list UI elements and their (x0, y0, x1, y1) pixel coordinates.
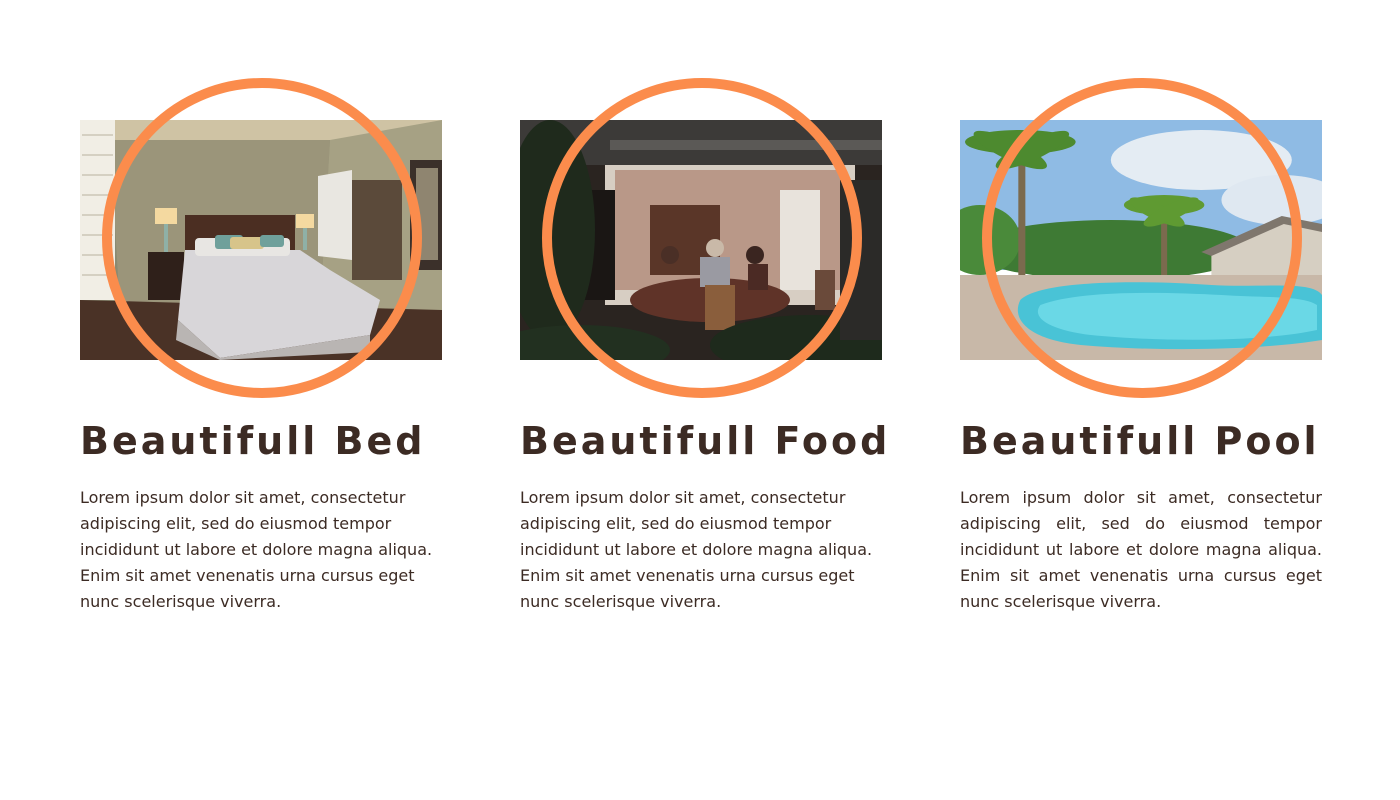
feature-description: Lorem ipsum dolor sit amet, consectetur … (520, 488, 873, 611)
feature-media (80, 78, 442, 402)
feature-media (520, 78, 882, 402)
accent-circle (102, 78, 422, 398)
feature-card-bed: Beautifull Bed Lorem ipsum dolor sit ame… (80, 78, 444, 615)
features-section: Beautifull Bed Lorem ipsum dolor sit ame… (0, 0, 1400, 800)
feature-title: Beautifull Food (520, 419, 891, 463)
accent-circle (542, 78, 862, 398)
feature-description: Lorem ipsum dolor sit amet, consectetur … (960, 488, 1322, 611)
feature-title: Beautifull Bed (80, 419, 426, 463)
feature-media (960, 78, 1322, 402)
feature-card-food: Beautifull Food Lorem ipsum dolor sit am… (520, 78, 891, 615)
accent-circle (982, 78, 1302, 398)
feature-description: Lorem ipsum dolor sit amet, consectetur … (80, 488, 433, 611)
feature-card-pool: Beautifull Pool Lorem ipsum dolor sit am… (960, 78, 1324, 615)
feature-title: Beautifull Pool (960, 419, 1320, 463)
